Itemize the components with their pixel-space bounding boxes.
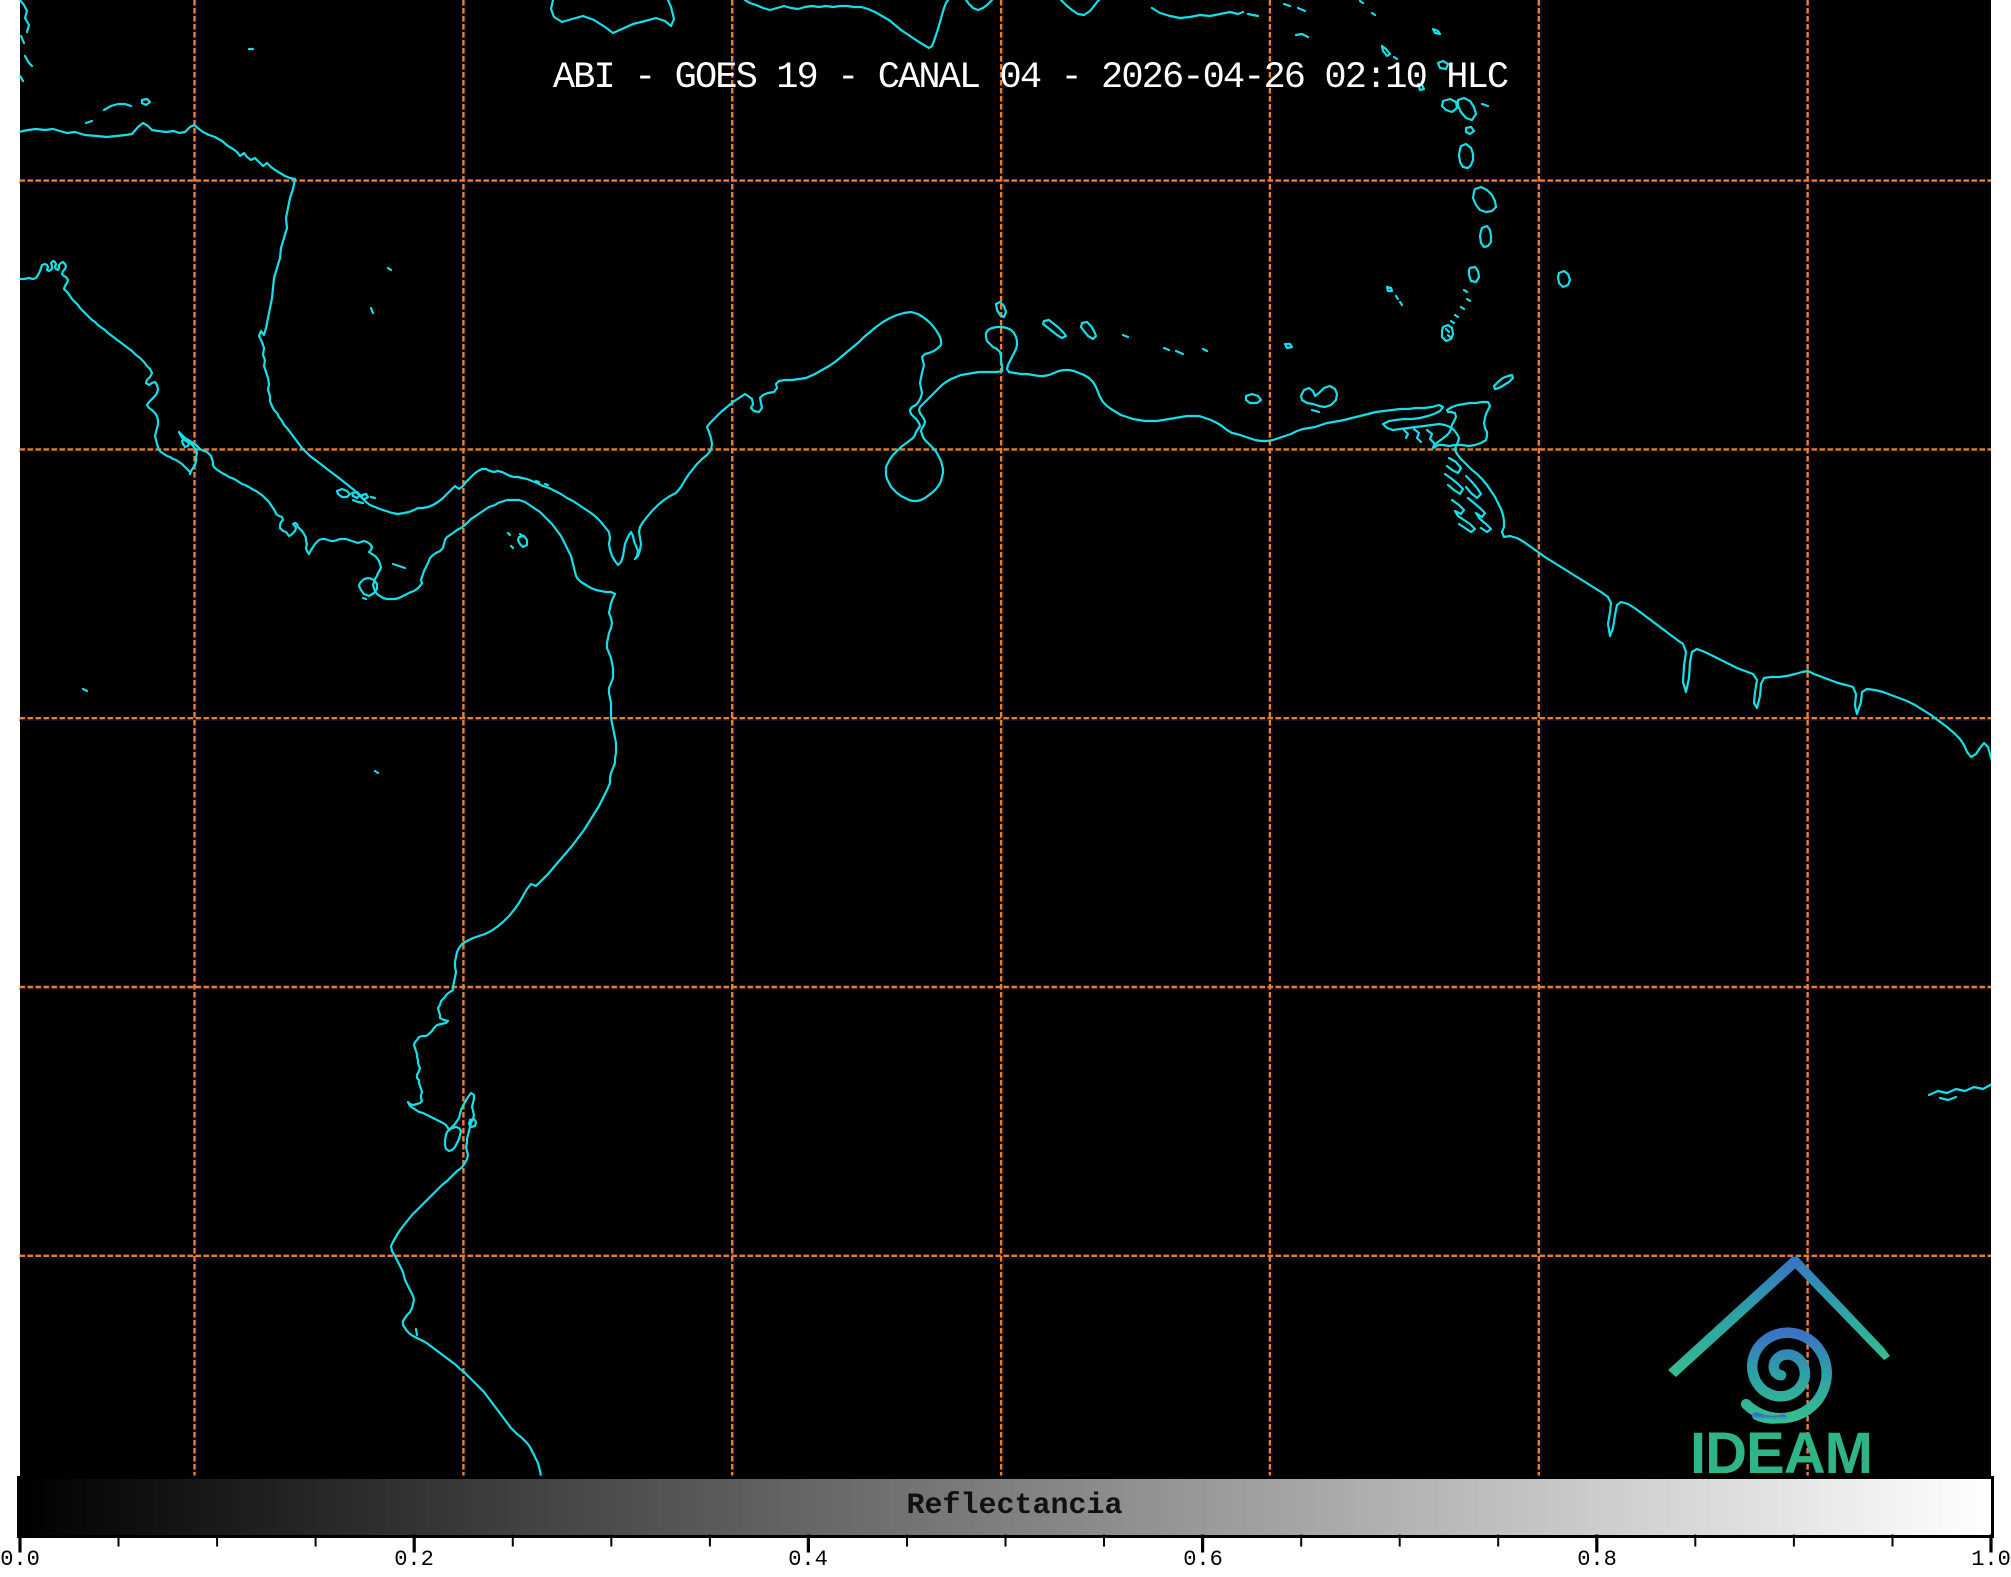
svg-text:IDEAM: IDEAM — [1690, 1421, 1872, 1486]
